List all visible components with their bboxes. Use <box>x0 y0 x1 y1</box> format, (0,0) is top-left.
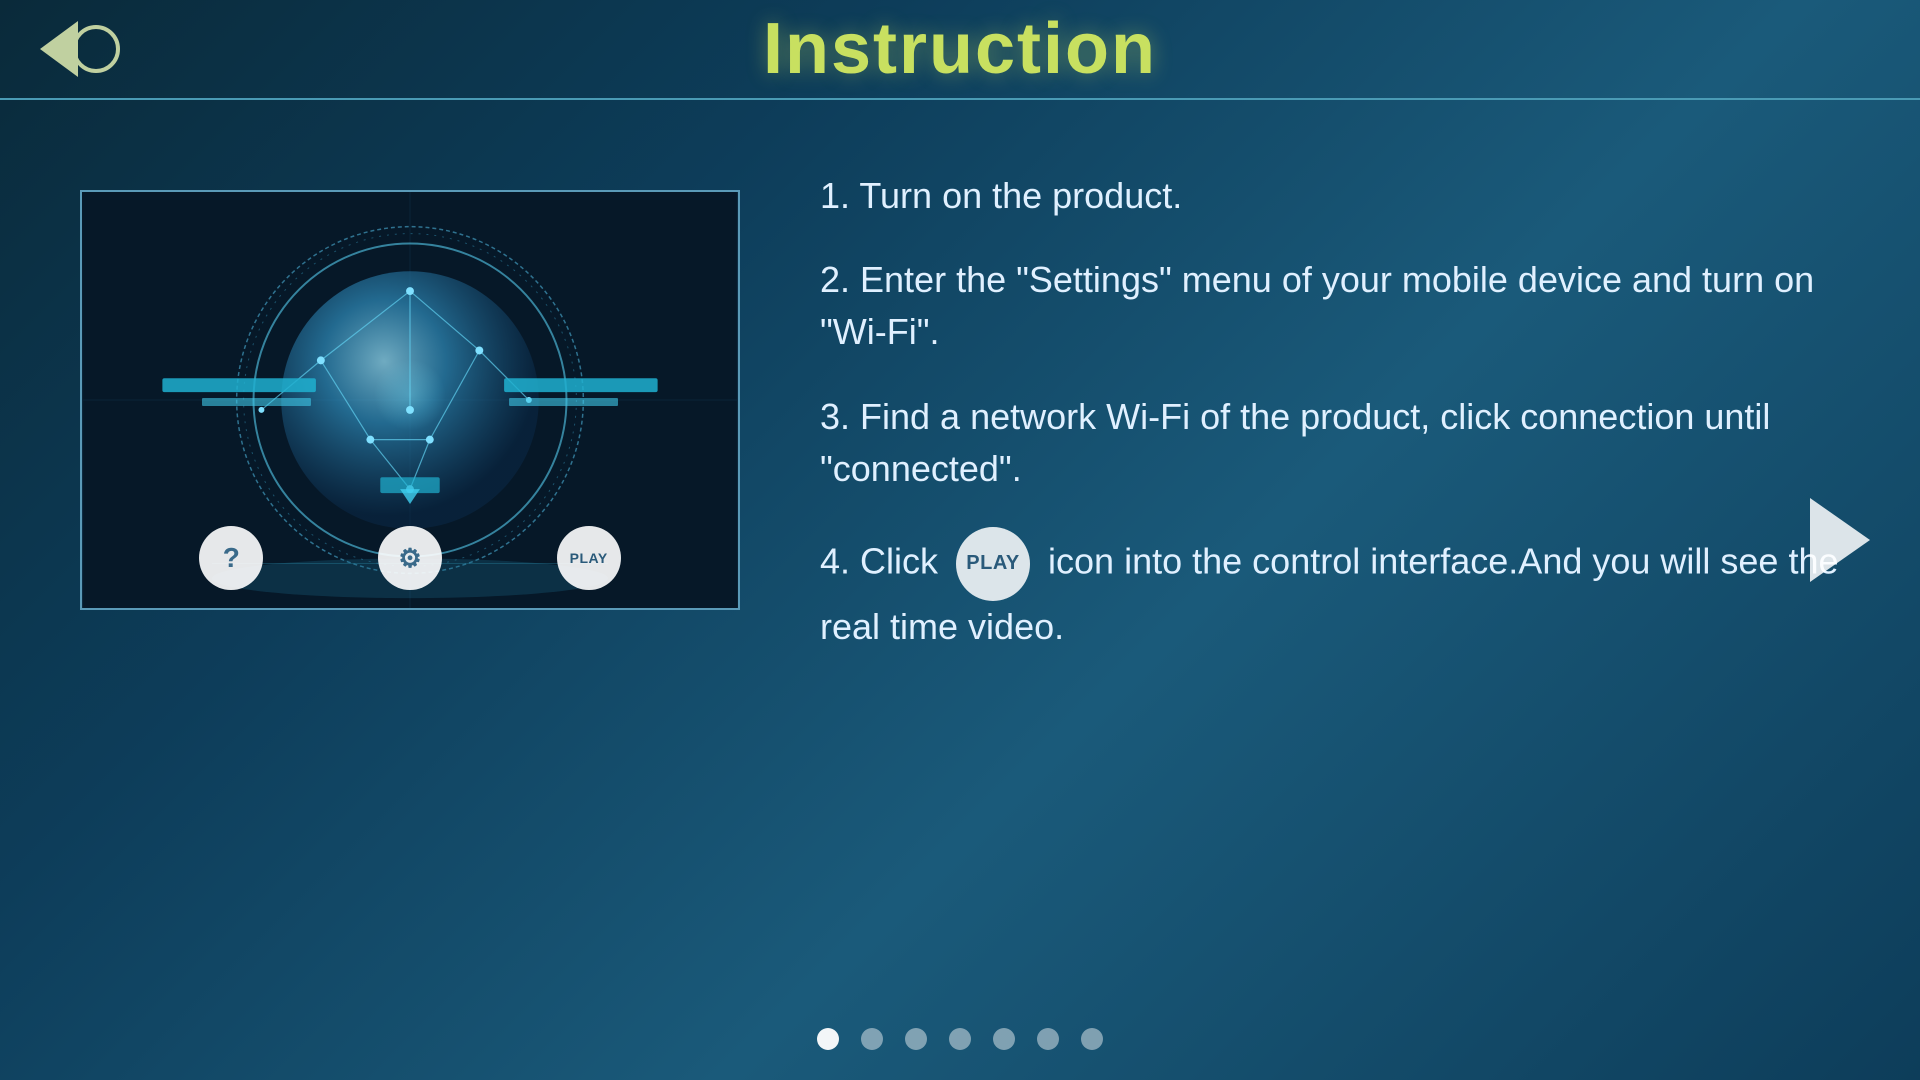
instruction-item-1: 1. Turn on the product. <box>820 170 1840 222</box>
pagination-dot-2[interactable] <box>861 1028 883 1050</box>
step-3-text: 3. Find a network Wi-Fi of the product, … <box>820 396 1770 489</box>
pagination-dot-6[interactable] <box>1037 1028 1059 1050</box>
instruction-item-3: 3. Find a network Wi-Fi of the product, … <box>820 391 1840 495</box>
play-button[interactable]: PLAY <box>557 526 621 590</box>
pagination-dot-3[interactable] <box>905 1028 927 1050</box>
next-arrow-button[interactable] <box>1810 498 1870 582</box>
step-4-prefix: 4. Click <box>820 540 948 581</box>
step-1-num: 1. Turn on the product. <box>820 175 1182 216</box>
instructions-panel: 1. Turn on the product. 2. Enter the "Se… <box>820 160 1840 960</box>
device-panel: ? ⚙ PLAY <box>80 190 740 610</box>
pagination-dots <box>817 1028 1103 1050</box>
step-2-text: 2. Enter the "Settings" menu of your mob… <box>820 259 1814 352</box>
main-content: ? ⚙ PLAY 1. Turn on the product. 2. Ente… <box>0 100 1920 1000</box>
page-title: Instruction <box>763 8 1157 90</box>
play-badge-inline: PLAY <box>956 527 1030 601</box>
back-circle-icon <box>72 25 120 73</box>
instruction-item-4: 4. Click PLAY icon into the control inte… <box>820 527 1840 653</box>
help-button[interactable]: ? <box>199 526 263 590</box>
pagination-dot-7[interactable] <box>1081 1028 1103 1050</box>
pagination-dot-1[interactable] <box>817 1028 839 1050</box>
device-icons-row: ? ⚙ PLAY <box>82 526 738 590</box>
instruction-item-2: 2. Enter the "Settings" menu of your mob… <box>820 254 1840 358</box>
header: Instruction <box>0 0 1920 100</box>
back-button[interactable] <box>40 21 120 77</box>
pagination-dot-5[interactable] <box>993 1028 1015 1050</box>
settings-button[interactable]: ⚙ <box>378 526 442 590</box>
pagination-dot-4[interactable] <box>949 1028 971 1050</box>
